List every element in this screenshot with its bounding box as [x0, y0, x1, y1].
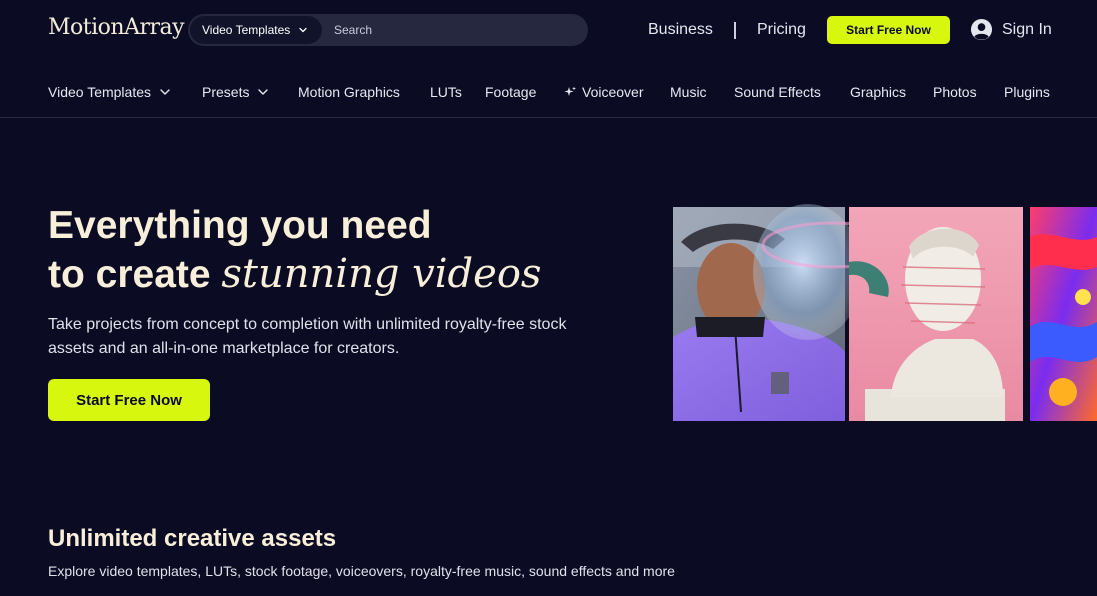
sign-in-link[interactable]: Sign In [1002, 21, 1052, 39]
section-title: Unlimited creative assets [48, 525, 337, 552]
nav-item-presets[interactable]: Presets [202, 84, 269, 100]
chevron-down-icon [258, 89, 269, 95]
chevron-down-icon [299, 27, 307, 33]
nav-item-label: Graphics [850, 84, 907, 100]
nav-item-label: LUTs [430, 84, 462, 100]
nav-item-label: Plugins [1004, 84, 1050, 100]
search-category-label: Video Templates [202, 23, 291, 37]
logo-text-array: Array [124, 15, 185, 40]
search-bar: Video Templates [188, 14, 588, 46]
nav-item-label: Presets [202, 84, 250, 100]
pricing-link[interactable]: Pricing [757, 21, 806, 39]
sparkle-icon [564, 86, 576, 96]
motion-array-logo[interactable]: MotionArray [48, 15, 185, 40]
nav-item-video-templates[interactable]: Video Templates [48, 84, 171, 100]
logo-text-motion: Motion [48, 15, 125, 40]
nav-item-music[interactable]: Music [670, 84, 707, 100]
search-category-dropdown[interactable]: Video Templates [190, 16, 322, 44]
statue-photo [849, 207, 1023, 421]
abstract-art-photo [1030, 207, 1097, 421]
hero-title-italic: stunning videos [221, 251, 542, 297]
nav-item-label: Motion Graphics [298, 84, 400, 100]
user-circle-icon[interactable] [970, 18, 993, 41]
top-header: MotionArray Video Templates Business Pri… [0, 0, 1097, 62]
nav-item-label: Music [670, 84, 707, 100]
nav-item-voiceover[interactable]: Voiceover [564, 84, 643, 100]
start-free-now-header-button[interactable]: Start Free Now [827, 16, 950, 44]
section-subtitle: Explore video templates, LUTs, stock foo… [48, 563, 675, 579]
hero-image-collage [673, 204, 1097, 421]
nav-item-motion-graphics[interactable]: Motion Graphics [298, 84, 400, 100]
nav-item-luts[interactable]: LUTs [430, 84, 462, 100]
chevron-down-icon [160, 89, 170, 95]
category-nav: Video Templates Presets Motion Graphics … [0, 62, 1097, 118]
nav-item-footage[interactable]: Footage [485, 84, 536, 100]
search-input[interactable] [334, 20, 574, 40]
hero-title-line-1: Everything you need [48, 204, 432, 247]
nav-item-label: Voiceover [582, 84, 644, 100]
motion-array-homepage: MotionArray Video Templates Business Pri… [0, 0, 1097, 596]
hero-title-plain: to create [48, 253, 222, 296]
nav-divider [734, 22, 736, 39]
business-link[interactable]: Business [648, 21, 713, 39]
nav-item-sound-effects[interactable]: Sound Effects [734, 84, 821, 100]
nav-item-photos[interactable]: Photos [933, 84, 977, 100]
start-free-now-hero-button[interactable]: Start Free Now [48, 379, 210, 421]
hero-title: Everything you need to create stunning v… [48, 202, 541, 299]
nav-item-label: Photos [933, 84, 977, 100]
nav-item-plugins[interactable]: Plugins [1004, 84, 1050, 100]
nav-item-label: Footage [485, 84, 537, 100]
nav-item-label: Sound Effects [734, 84, 821, 100]
hero-subtitle: Take projects from concept to completion… [48, 316, 567, 357]
nav-item-label: Video Templates [48, 84, 151, 100]
hero-title-line-2: to create stunning videos [48, 250, 541, 299]
nav-item-graphics[interactable]: Graphics [850, 84, 906, 100]
